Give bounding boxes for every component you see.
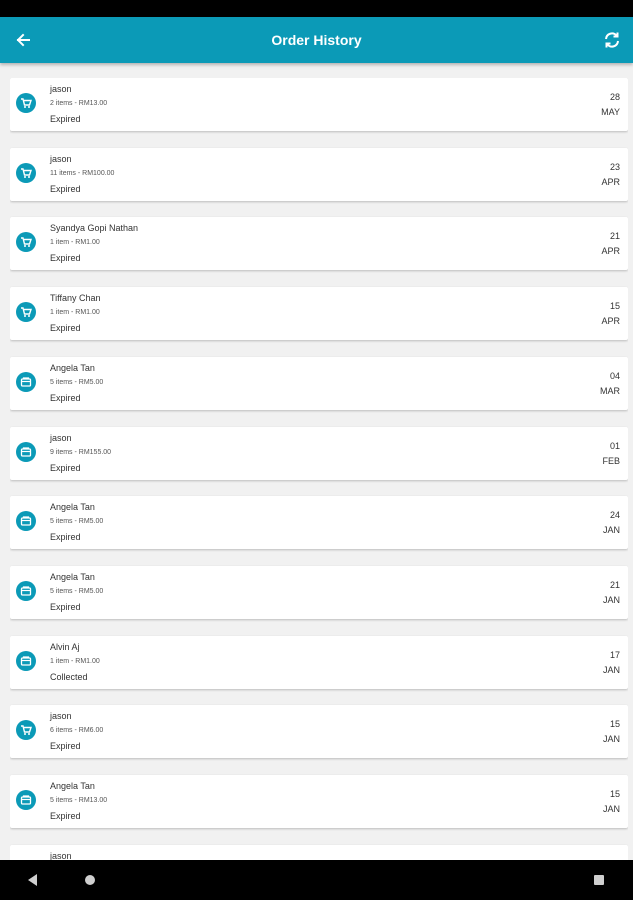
order-card[interactable]: jason 2 items - RM13.00 Expired 28 MAY — [10, 78, 628, 131]
page-title: Order History — [271, 32, 362, 48]
store-icon — [16, 790, 36, 810]
order-card[interactable]: Syandya Gopi Nathan 1 item - RM1.00 Expire… — [10, 217, 628, 271]
order-customer-name: Syandya Gopi Nathan — [50, 223, 139, 234]
order-month: MAR — [600, 385, 620, 396]
order-day: 21 — [609, 231, 620, 242]
order-month: FEB — [602, 455, 620, 466]
order-status: Expired — [50, 392, 81, 403]
order-customer-name: jason — [50, 153, 72, 164]
order-items-summary: 5 items - RM13.00 — [50, 797, 108, 804]
order-month: JAN — [602, 734, 620, 745]
order-month: APR — [601, 246, 620, 257]
order-status: Expired — [50, 253, 81, 264]
order-month: APR — [601, 176, 620, 187]
nav-recent-apps-icon[interactable] — [594, 875, 604, 885]
store-icon — [16, 371, 36, 392]
order-card[interactable]: Tiffany Chan 1 item - RM1.00 Expired 15 APR — [10, 287, 628, 341]
order-customer-name: jason — [50, 432, 72, 443]
order-card[interactable]: Angela Tan 5 items - RM5.00 Expired 04 MAR — [10, 356, 628, 410]
order-card[interactable]: Angela Tan 5 items - RM5.00 Expired 21 JAN — [10, 565, 628, 619]
order-day: 17 — [609, 649, 620, 660]
order-month: JAN — [602, 804, 620, 814]
order-items-summary: 1 item - RM1.00 — [50, 239, 100, 247]
order-customer-name: jason — [50, 84, 72, 94]
order-day: 23 — [609, 161, 620, 172]
order-month: JAN — [602, 664, 620, 675]
order-month: APR — [601, 316, 620, 327]
order-status: Expired — [50, 114, 81, 124]
order-status: Expired — [50, 601, 81, 612]
order-card[interactable]: Alvin Aj 1 item - RM1.00 Collected 17 JAN — [10, 635, 628, 689]
order-customer-name: jason — [50, 711, 72, 722]
order-card[interactable]: jason 9 items - RM155.00 Expired 01 FEB — [10, 426, 628, 480]
order-items-summary: 1 item - RM1.00 — [50, 657, 100, 665]
order-customer-name: Tiffany Chan — [50, 293, 101, 304]
order-day: 28 — [609, 92, 620, 102]
order-card[interactable]: jason 6 items - RM6.00 Expired 15 JAN — [10, 705, 628, 759]
app-bar: Order History — [0, 17, 633, 63]
store-icon — [16, 580, 36, 601]
order-customer-name: jason — [50, 850, 72, 860]
order-month: MAY — [601, 107, 620, 117]
order-month: JAN — [602, 525, 620, 536]
order-month: JAN — [602, 594, 620, 605]
store-icon — [16, 441, 36, 462]
order-customer-name: Angela Tan — [50, 362, 95, 373]
order-card[interactable]: jason 11 items - RM100.00 Expired 23 APR — [10, 147, 628, 201]
order-customer-name: Angela Tan — [50, 571, 95, 582]
cart-icon — [16, 302, 36, 323]
cart-icon — [16, 232, 36, 253]
nav-back-icon[interactable] — [28, 874, 37, 886]
refresh-button[interactable] — [597, 25, 627, 55]
order-day: 15 — [609, 719, 620, 730]
refresh-icon — [605, 32, 619, 48]
order-items-summary: 11 items - RM100.00 — [50, 169, 115, 177]
order-items-summary: 5 items - RM5.00 — [50, 518, 104, 526]
order-customer-name: Angela Tan — [50, 781, 95, 791]
order-list[interactable]: jason 2 items - RM13.00 Expired 28 MAY jason 1… — [10, 78, 628, 860]
nav-home-icon[interactable] — [85, 875, 95, 885]
cart-icon — [16, 162, 36, 183]
order-day: 21 — [609, 579, 620, 590]
order-items-summary: 5 items - RM5.00 — [50, 378, 104, 386]
order-status: Expired — [50, 741, 81, 752]
order-items-summary: 2 items - RM13.00 — [50, 100, 108, 107]
order-status: Expired — [50, 323, 81, 334]
store-icon — [16, 650, 36, 671]
order-items-summary: 9 items - RM155.00 — [50, 448, 112, 456]
order-day: 04 — [609, 370, 620, 381]
cart-icon — [16, 93, 36, 113]
order-card[interactable]: Angela Tan 5 items - RM13.00 Expired 15 JAN — [10, 775, 628, 828]
order-day: 01 — [609, 440, 620, 451]
order-customer-name: Alvin Aj — [50, 641, 80, 652]
system-nav-bar — [0, 860, 633, 900]
system-status-bar — [0, 0, 633, 17]
order-customer-name: Angela Tan — [50, 502, 95, 513]
order-status: Collected — [50, 671, 88, 682]
cart-icon — [16, 720, 36, 741]
order-card[interactable]: Angela Tan 5 items - RM5.00 Expired 24 JAN — [10, 496, 628, 550]
order-day: 15 — [609, 301, 620, 312]
order-status: Expired — [50, 532, 81, 543]
order-day: 24 — [609, 510, 620, 521]
order-status: Expired — [50, 183, 81, 194]
order-items-summary: 1 item - RM1.00 — [50, 309, 100, 317]
order-items-summary: 5 items - RM5.00 — [50, 587, 104, 595]
order-status: Expired — [50, 462, 81, 473]
order-day: 15 — [609, 789, 620, 799]
order-items-summary: 6 items - RM6.00 — [50, 727, 104, 735]
order-status: Expired — [50, 811, 81, 821]
store-icon — [16, 511, 36, 532]
order-card[interactable]: jason — [10, 844, 628, 860]
